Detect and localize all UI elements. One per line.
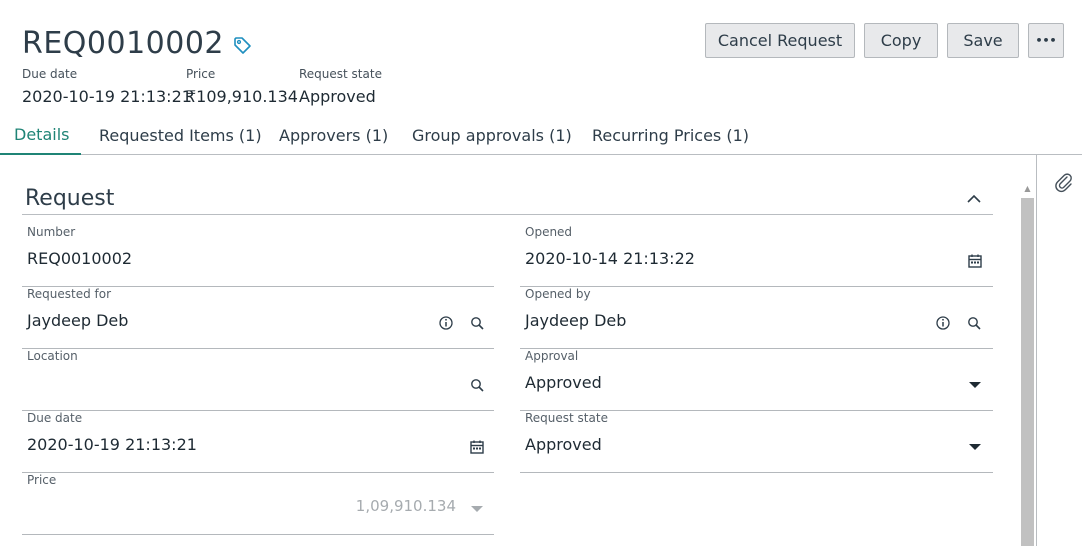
info-icon[interactable] [438, 315, 454, 331]
section-title: Request [25, 186, 115, 211]
requested-for-field[interactable]: Requested for Jaydeep Deb [22, 287, 494, 349]
scroll-up-arrow[interactable]: ▲ [1022, 184, 1033, 194]
requested-for-value[interactable]: Jaydeep Deb [27, 311, 128, 330]
request-state-field[interactable]: Request state Approved [520, 411, 993, 473]
header-request-state-value: Approved [299, 87, 376, 106]
calendar-icon[interactable] [469, 439, 485, 455]
opened-field[interactable]: Opened 2020-10-14 21:13:22 [520, 225, 993, 287]
caret-down-icon[interactable] [967, 377, 983, 393]
cancel-request-button[interactable]: Cancel Request [705, 23, 855, 58]
request-state-label: Request state [525, 411, 608, 425]
header-price-value: ₹109,910.134 [186, 87, 298, 106]
section-divider [22, 214, 993, 215]
header-price: Price ₹109,910.134 [186, 67, 298, 106]
tab-details[interactable]: Details [0, 116, 81, 155]
number-label: Number [27, 225, 76, 239]
tab-recurring-prices[interactable]: Recurring Prices (1) [592, 116, 749, 155]
number-value[interactable]: REQ0010002 [27, 249, 132, 268]
header-due-date: Due date 2020-10-19 21:13:21 [22, 67, 192, 106]
header-request-state-label: Request state [299, 67, 382, 81]
header-price-label: Price [186, 67, 216, 81]
record-number: REQ0010002 [22, 26, 225, 61]
opened-value[interactable]: 2020-10-14 21:13:22 [525, 249, 695, 268]
tab-requested-items[interactable]: Requested Items (1) [99, 116, 262, 155]
approval-field[interactable]: Approval Approved [520, 349, 993, 411]
price-label: Price [27, 473, 57, 487]
tag-icon[interactable] [232, 35, 252, 55]
request-state-value[interactable]: Approved [525, 435, 602, 454]
search-icon[interactable] [469, 315, 485, 331]
price-value: 1,09,910.134 [355, 497, 456, 515]
approval-value[interactable]: Approved [525, 373, 602, 392]
search-icon[interactable] [966, 315, 982, 331]
due-date-label: Due date [27, 411, 83, 425]
header-request-state: Request state Approved [299, 67, 382, 106]
opened-by-value[interactable]: Jaydeep Deb [525, 311, 626, 330]
tab-group-approvals[interactable]: Group approvals (1) [412, 116, 572, 155]
opened-by-label: Opened by [525, 287, 591, 301]
right-rail-divider [1036, 155, 1037, 546]
due-date-field[interactable]: Due date 2020-10-19 21:13:21 [22, 411, 494, 473]
scrollbar-thumb[interactable] [1021, 198, 1034, 546]
requested-for-label: Requested for [27, 287, 112, 301]
save-button[interactable]: Save [947, 23, 1019, 58]
tab-bar: Details Requested Items (1) Approvers (1… [0, 116, 1082, 155]
more-actions-button[interactable]: ••• [1028, 23, 1064, 58]
search-icon[interactable] [469, 377, 485, 393]
caret-down-icon [471, 506, 483, 512]
header-due-date-value: 2020-10-19 21:13:21 [22, 87, 192, 106]
location-field[interactable]: Location [22, 349, 494, 411]
opened-label: Opened [525, 225, 573, 239]
location-label: Location [27, 349, 78, 363]
price-field: Price 1,09,910.134 [22, 473, 494, 535]
tab-approvers[interactable]: Approvers (1) [279, 116, 388, 155]
number-field[interactable]: Number REQ0010002 [22, 225, 494, 287]
caret-down-icon[interactable] [967, 439, 983, 455]
approval-label: Approval [525, 349, 579, 363]
chevron-up-icon[interactable] [965, 190, 983, 208]
info-icon[interactable] [935, 315, 951, 331]
header-due-date-label: Due date [22, 67, 78, 81]
copy-button[interactable]: Copy [864, 23, 938, 58]
opened-by-field[interactable]: Opened by Jaydeep Deb [520, 287, 993, 349]
calendar-icon[interactable] [967, 253, 983, 269]
paperclip-icon[interactable] [1053, 172, 1075, 194]
due-date-value[interactable]: 2020-10-19 21:13:21 [27, 435, 197, 454]
